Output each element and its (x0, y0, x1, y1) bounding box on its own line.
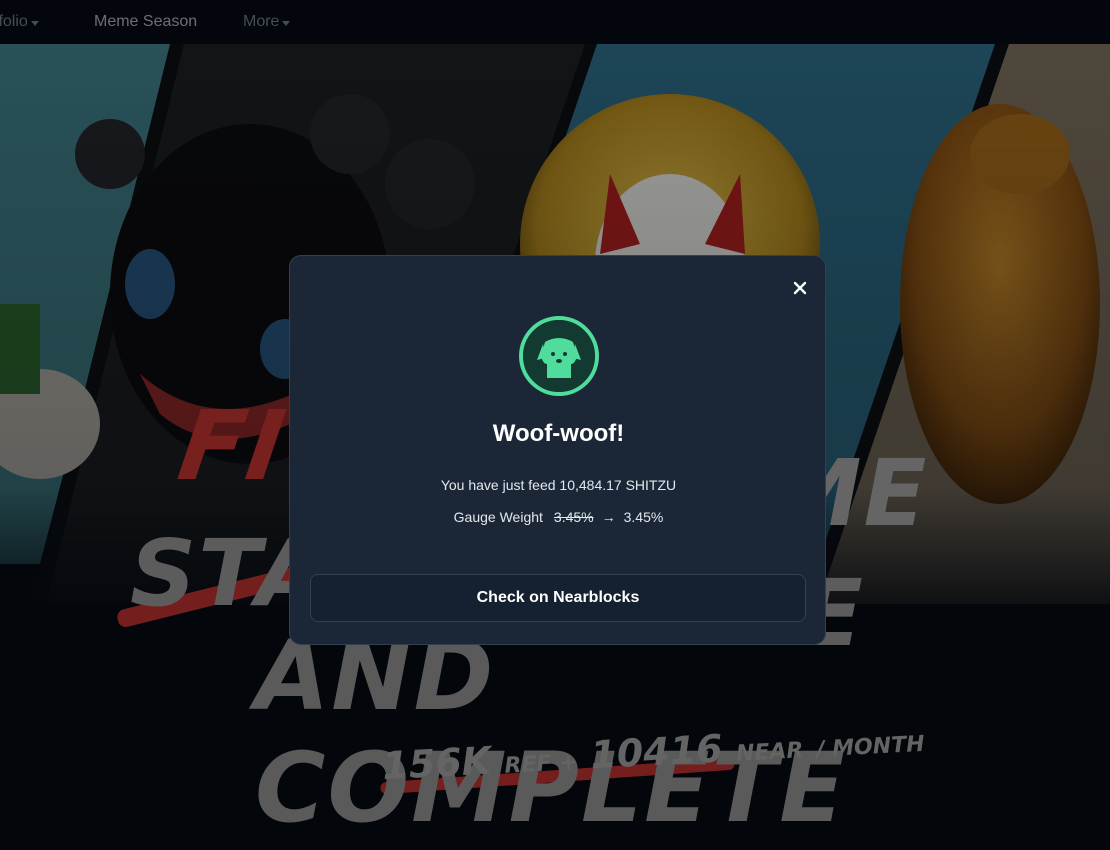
gauge-weight-label: Gauge Weight (453, 509, 543, 525)
gauge-weight-row: Gauge Weight 3.45% → 3.45% (290, 509, 827, 525)
modal-title: Woof-woof! (492, 420, 625, 447)
gauge-weight-old: 3.45% (553, 509, 594, 525)
feed-message: You have just feed 10,484.17 SHITZU (440, 477, 677, 493)
gauge-weight-new: 3.45% (623, 509, 664, 525)
page: tfolio Meme Season More (0, 0, 1110, 850)
check-on-nearblocks-button[interactable]: Check on Nearblocks (310, 574, 806, 622)
dog-avatar-icon (519, 316, 599, 396)
arrow-right-icon: → (601, 509, 616, 525)
close-icon[interactable] (790, 278, 810, 298)
feed-success-modal: Woof-woof! You have just feed 10,484.17 … (289, 255, 826, 645)
